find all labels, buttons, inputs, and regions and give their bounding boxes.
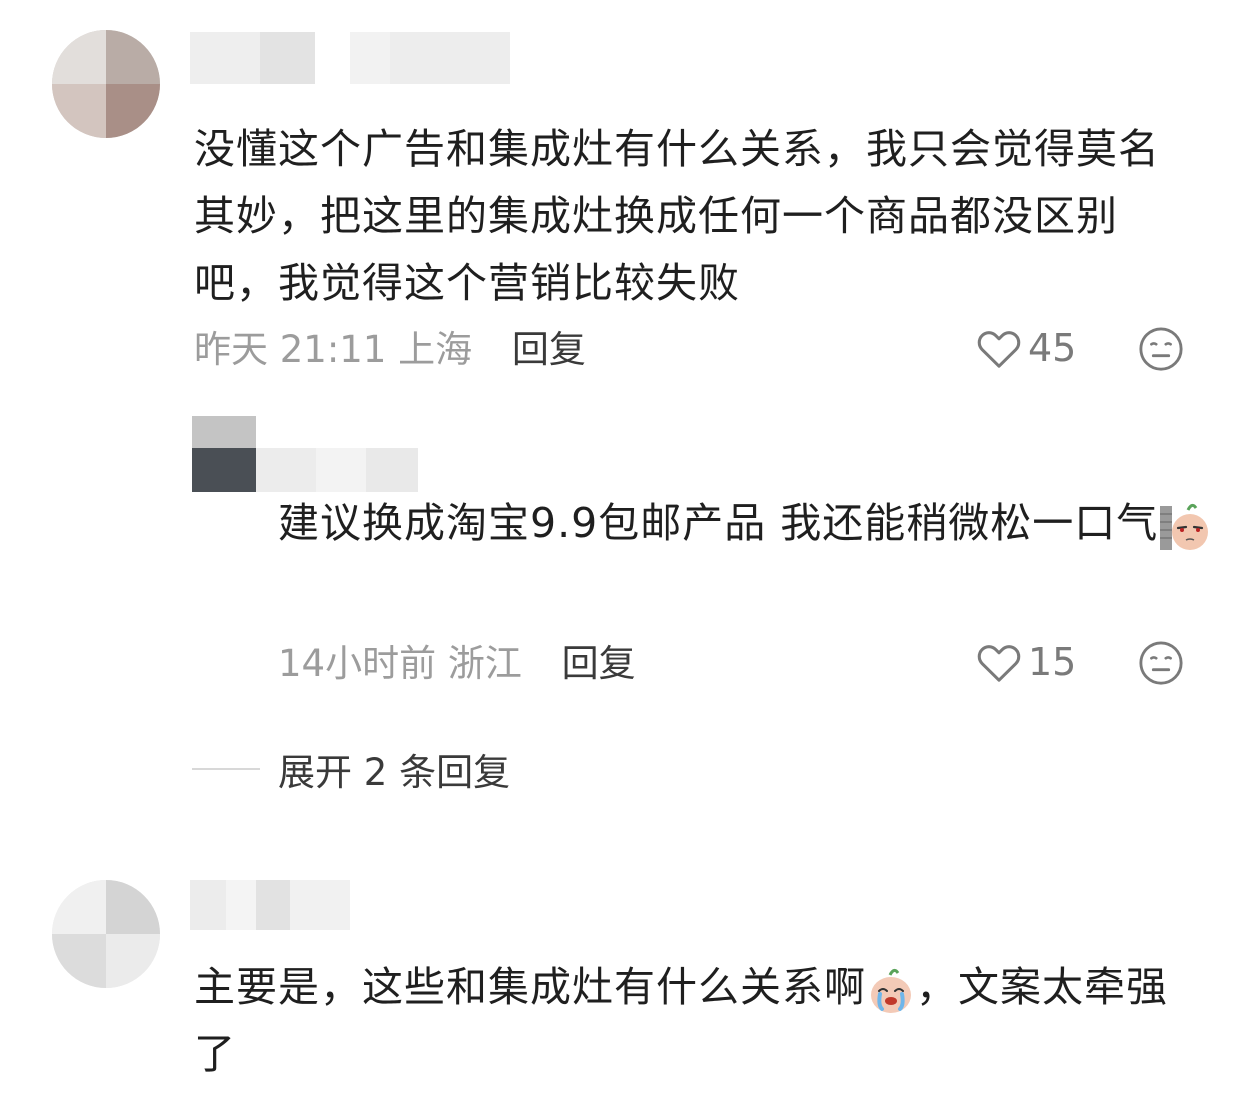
reply-text: 建议换成淘宝9.9包邮产品 我还能稍微松一口气 <box>278 490 1218 557</box>
meh-face-icon[interactable] <box>1138 640 1184 686</box>
divider <box>192 768 260 770</box>
peeking-sticker-icon <box>1160 503 1209 550</box>
comment-text: 没懂这个广告和集成灶有什么关系，我只会觉得莫名其妙，把这里的集成灶换成任何一个商… <box>194 125 1160 307</box>
reply-text-body: 建议换成淘宝9.9包邮产品 我还能稍微松一口气 <box>278 499 1159 547</box>
comment-location: 上海 <box>398 328 473 371</box>
username-blurred[interactable] <box>190 32 520 84</box>
avatar[interactable] <box>52 880 160 988</box>
reply-button[interactable]: 回复 <box>562 642 636 685</box>
comment-text: 主要是，这些和集成灶有什么关系啊 ，文案太牵强了 <box>194 954 1204 1088</box>
heart-outline-icon <box>977 645 1021 682</box>
comment-meta: 昨天 21:11 上海 回复 <box>194 328 586 372</box>
like-count: 45 <box>1028 326 1077 370</box>
reply-location: 浙江 <box>447 642 522 685</box>
like-count: 15 <box>1028 640 1077 684</box>
comment-text-before: 主要是，这些和集成灶有什么关系啊 <box>194 963 866 1011</box>
reply-button[interactable]: 回复 <box>512 328 586 371</box>
reply-avatar-username-blurred[interactable] <box>192 416 418 492</box>
like-button[interactable]: 15 <box>976 640 1076 684</box>
heart-outline-icon <box>977 331 1021 368</box>
avatar[interactable] <box>52 30 160 138</box>
reply-time: 14小时前 <box>278 642 437 685</box>
meh-face-icon[interactable] <box>1138 326 1184 372</box>
expand-replies-button[interactable]: 展开 2 条回复 <box>192 742 510 796</box>
crying-sticker-icon <box>871 968 911 1013</box>
reply-meta: 14小时前 浙江 回复 <box>278 642 636 686</box>
like-button[interactable]: 45 <box>976 326 1076 370</box>
comment-time: 昨天 21:11 <box>194 328 387 371</box>
username-blurred[interactable] <box>190 880 350 930</box>
expand-replies-label: 展开 2 条回复 <box>278 751 511 794</box>
